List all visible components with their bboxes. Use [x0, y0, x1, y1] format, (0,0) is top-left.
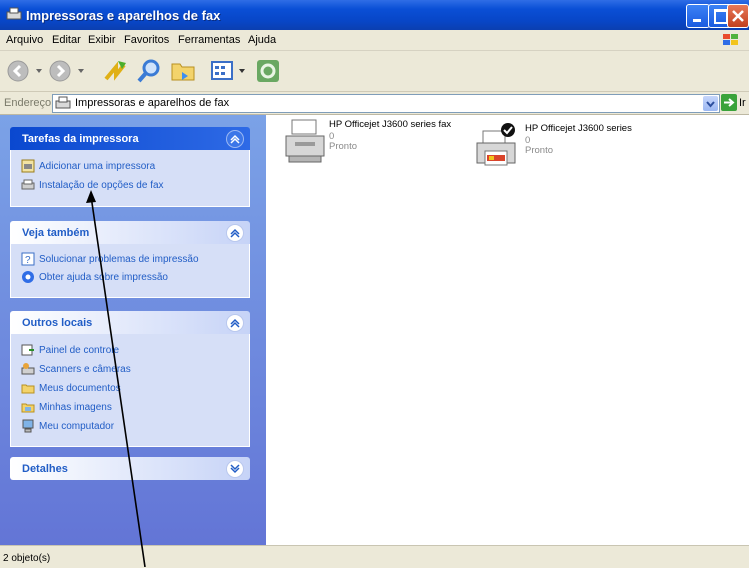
explorer-window: Impressoras e aparelhos de fax Arquivo E… — [0, 0, 749, 568]
annotation-arrow — [86, 190, 146, 567]
